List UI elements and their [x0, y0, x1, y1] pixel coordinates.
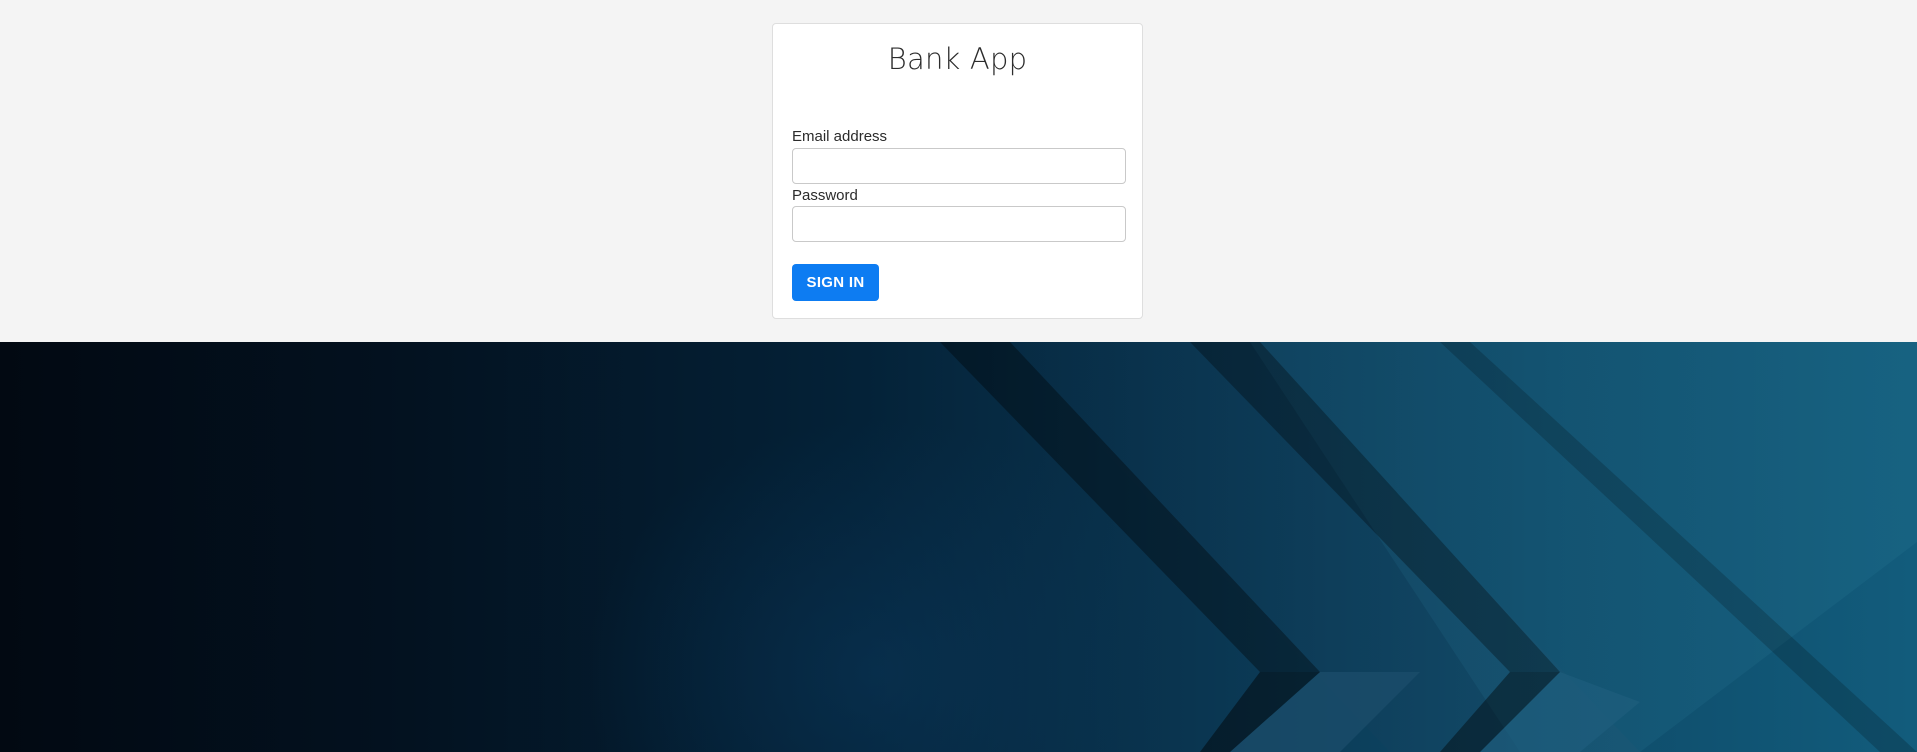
password-field[interactable] [792, 206, 1126, 242]
password-label: Password [792, 187, 858, 204]
page-top-area: Bank App Email address Password SIGN IN [0, 0, 1917, 342]
email-field[interactable] [792, 148, 1126, 184]
email-label: Email address [792, 128, 888, 145]
login-card: Bank App Email address Password SIGN IN [772, 23, 1143, 319]
app-title: Bank App [887, 42, 1028, 76]
hero-background-image [0, 342, 1917, 752]
diagonal-stripes-icon [940, 342, 1917, 752]
sign-in-button[interactable]: SIGN IN [792, 264, 879, 301]
